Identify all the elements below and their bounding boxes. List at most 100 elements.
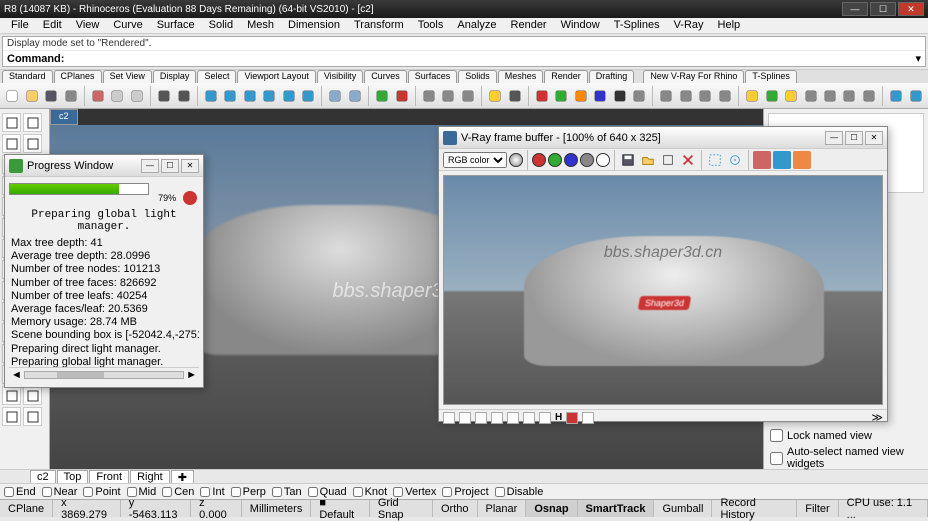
tspline-1-icon[interactable] (888, 86, 904, 106)
vfb-tool-6-icon[interactable] (523, 412, 535, 424)
tab-meshes[interactable]: Meshes (498, 70, 544, 83)
layers-icon[interactable] (697, 86, 713, 106)
progress-hscroll[interactable]: ◄► (9, 367, 199, 381)
vfb-tool-9-icon[interactable] (582, 412, 594, 424)
osnap-quad-checkbox[interactable] (308, 487, 318, 497)
tab-tsplines[interactable]: T-Splines (745, 70, 797, 83)
osnap-project[interactable]: Project (442, 486, 488, 498)
menu-view[interactable]: View (69, 18, 107, 33)
vfb-region-icon[interactable] (706, 151, 724, 169)
pan-icon[interactable] (203, 86, 219, 106)
viewtab-add-icon[interactable]: ✚ (171, 470, 194, 483)
line-icon[interactable] (2, 134, 21, 153)
viewtab-right[interactable]: Right (130, 470, 170, 483)
vray-mat-icon[interactable] (802, 86, 818, 106)
osnap-int-checkbox[interactable] (200, 487, 210, 497)
save-file-icon[interactable] (43, 86, 59, 106)
vray-opt-icon[interactable] (861, 86, 877, 106)
progress-maximize-button[interactable]: ☐ (161, 159, 179, 173)
tab-curves[interactable]: Curves (364, 70, 407, 83)
viewtab-c2[interactable]: c2 (30, 470, 56, 483)
tab-select[interactable]: Select (197, 70, 236, 83)
zoom-extents-icon[interactable] (261, 86, 277, 106)
tab-display[interactable]: Display (153, 70, 197, 83)
vray-render-icon[interactable] (763, 86, 779, 106)
viewtab-front[interactable]: Front (89, 470, 129, 483)
osnap-tan[interactable]: Tan (272, 486, 302, 498)
tab-drafting[interactable]: Drafting (589, 70, 635, 83)
print-icon[interactable] (62, 86, 78, 106)
viewport-tab-active[interactable]: c2 (50, 109, 78, 125)
zoom-selected-icon[interactable] (300, 86, 316, 106)
progress-titlebar[interactable]: Progress Window — ☐ ✕ (5, 155, 203, 177)
menu-transform[interactable]: Transform (347, 18, 411, 33)
options-icon[interactable] (717, 86, 733, 106)
menu-mesh[interactable]: Mesh (240, 18, 281, 33)
status-recordhistory[interactable]: Record History (712, 500, 797, 517)
vray-cam-icon[interactable] (841, 86, 857, 106)
vfb-tool-stop-icon[interactable] (566, 412, 578, 424)
vfb-clear-icon[interactable] (659, 151, 677, 169)
osnap-near-checkbox[interactable] (42, 487, 52, 497)
osnap-vertex-checkbox[interactable] (393, 487, 403, 497)
vfb-tool-2-icon[interactable] (459, 412, 471, 424)
redo-icon[interactable] (175, 86, 191, 106)
progress-minimize-button[interactable]: — (141, 159, 159, 173)
tab-visibility[interactable]: Visibility (317, 70, 363, 83)
render-icon[interactable] (374, 86, 390, 106)
status-gumball[interactable]: Gumball (654, 500, 712, 517)
tab-standard[interactable]: Standard (2, 70, 53, 83)
sphere-gray-icon[interactable] (631, 86, 647, 106)
vfb-delete-icon[interactable] (679, 151, 697, 169)
vfb-tool-3-icon[interactable] (475, 412, 487, 424)
vfb-titlebar[interactable]: V-Ray frame buffer - [100% of 640 x 325]… (439, 127, 887, 149)
vfb-correction-b-icon[interactable] (773, 151, 791, 169)
lock-named-view-check[interactable]: Lock named view (764, 427, 928, 444)
lock-named-view-checkbox[interactable] (770, 429, 783, 442)
command-input[interactable] (68, 53, 916, 64)
status-filter[interactable]: Filter (797, 500, 838, 517)
menu-dimension[interactable]: Dimension (281, 18, 347, 33)
vfb-green-channel-icon[interactable] (548, 153, 562, 167)
status-units[interactable]: Millimeters (242, 500, 312, 517)
car-icon[interactable] (393, 86, 409, 106)
menu-window[interactable]: Window (554, 18, 607, 33)
maximize-button[interactable]: ☐ (870, 2, 896, 16)
osnap-knot-checkbox[interactable] (353, 487, 363, 497)
vfb-minimize-button[interactable]: — (825, 131, 843, 145)
status-ortho[interactable]: Ortho (433, 500, 478, 517)
menu-analyze[interactable]: Analyze (450, 18, 503, 33)
vfb-close-button[interactable]: ✕ (865, 131, 883, 145)
ghosted-icon[interactable] (460, 86, 476, 106)
vfb-track-icon[interactable] (726, 151, 744, 169)
polyline-icon[interactable] (23, 134, 42, 153)
osnap-perp-checkbox[interactable] (231, 487, 241, 497)
menu-render[interactable]: Render (504, 18, 554, 33)
osnap-end[interactable]: End (4, 486, 36, 498)
osnap-perp[interactable]: Perp (231, 486, 266, 498)
vfb-render-image[interactable]: Shaper3d bbs.shaper3d.cn (443, 175, 883, 405)
command-dropdown-icon[interactable]: ▾ (915, 52, 921, 65)
vfb-rgb-icon[interactable] (509, 153, 523, 167)
arrow-icon[interactable] (2, 113, 21, 132)
new-file-icon[interactable] (4, 86, 20, 106)
settings-icon[interactable] (658, 86, 674, 106)
tab-viewport-layout[interactable]: Viewport Layout (237, 70, 315, 83)
rotate-icon[interactable] (222, 86, 238, 106)
vfb-channel-select[interactable]: RGB color (443, 152, 507, 168)
vray-light-icon[interactable] (822, 86, 838, 106)
tab-cplanes[interactable]: CPlanes (54, 70, 102, 83)
wireframe-icon[interactable] (440, 86, 456, 106)
vfb-load-icon[interactable] (639, 151, 657, 169)
copy-icon[interactable] (109, 86, 125, 106)
tab-newvrayforrhino[interactable]: New V-Ray For Rhino (643, 70, 744, 83)
shade-icon[interactable] (421, 86, 437, 106)
vfb-mono-channel-icon[interactable] (596, 153, 610, 167)
viewtab-top[interactable]: Top (57, 470, 89, 483)
status-x[interactable]: x 3869.279 (53, 500, 121, 517)
menu-tools[interactable]: Tools (411, 18, 451, 33)
osnap-disable-checkbox[interactable] (495, 487, 505, 497)
menu-solid[interactable]: Solid (202, 18, 240, 33)
status-smarttrack[interactable]: SmartTrack (578, 500, 655, 517)
progress-log[interactable]: Max tree depth: 41Average tree depth: 28… (9, 237, 199, 367)
